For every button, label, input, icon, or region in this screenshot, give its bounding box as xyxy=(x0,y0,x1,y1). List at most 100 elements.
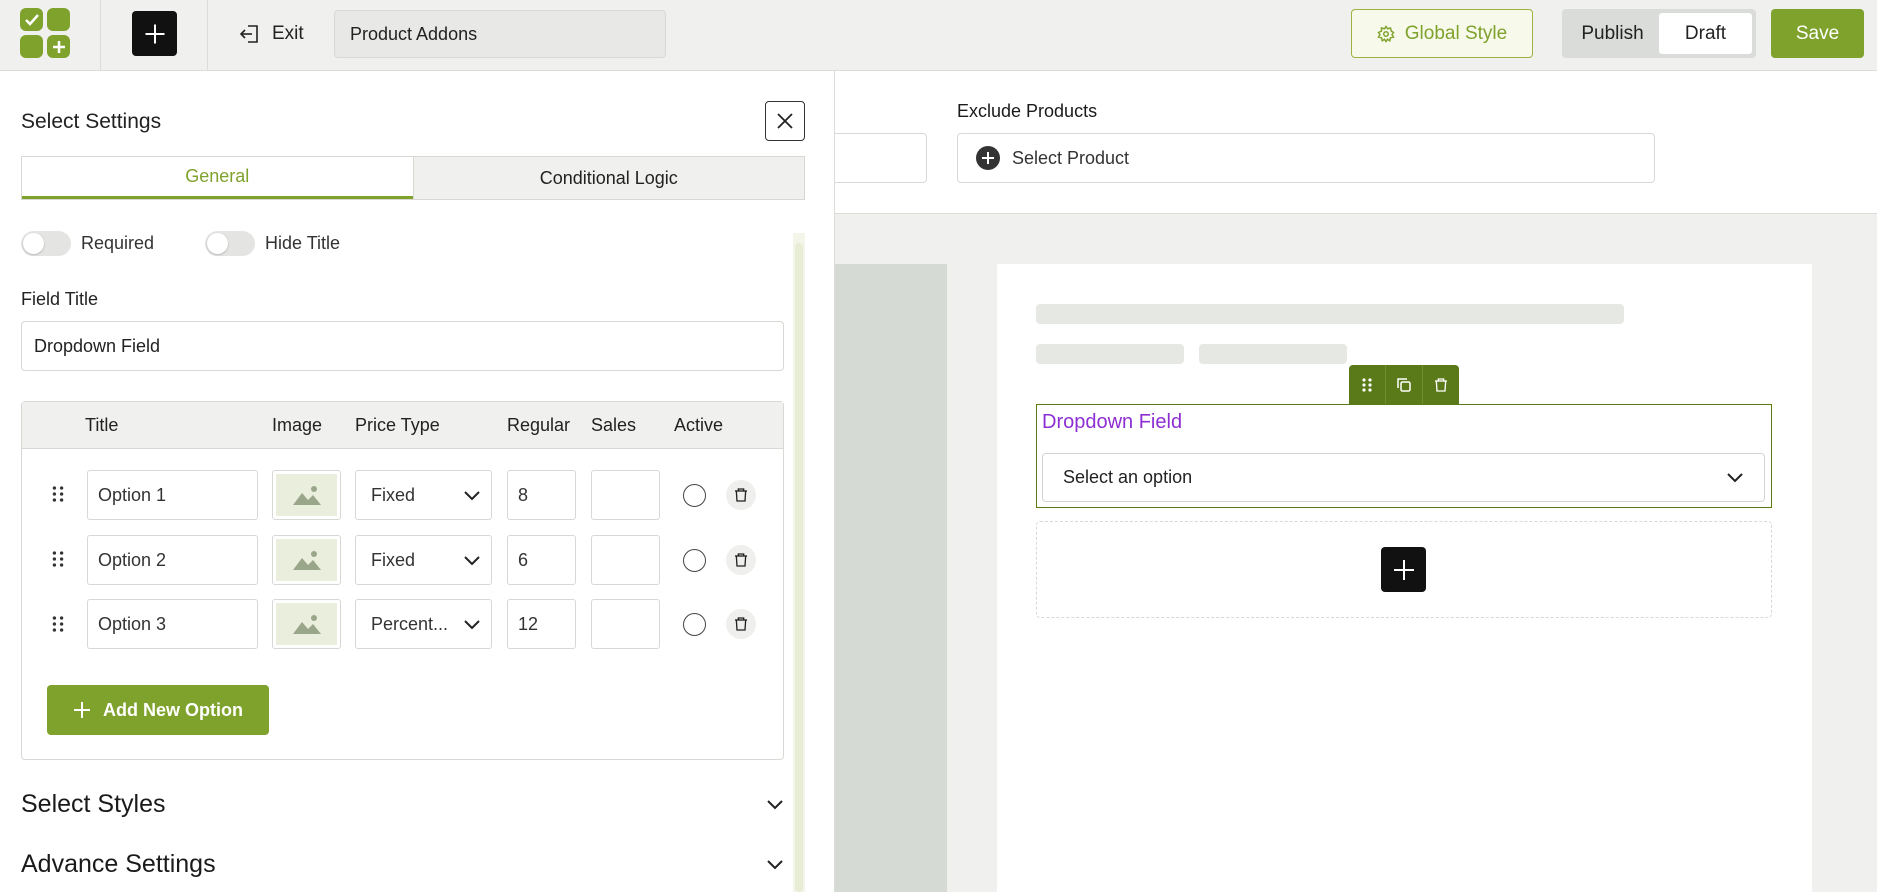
active-radio[interactable] xyxy=(683,549,706,572)
grip-icon xyxy=(52,616,64,632)
chevron-down-icon xyxy=(767,860,783,870)
tab-conditional-logic[interactable]: Conditional Logic xyxy=(412,157,804,199)
row-drag-handle[interactable] xyxy=(52,485,64,503)
publish-option[interactable]: Publish xyxy=(1566,13,1659,54)
canvas-sidebar-column xyxy=(835,264,947,892)
hide-title-toggle[interactable] xyxy=(205,231,255,256)
price-type-select[interactable]: Fixed xyxy=(355,535,492,585)
tab-general[interactable]: General xyxy=(22,157,413,199)
required-toggle[interactable] xyxy=(21,231,71,256)
sales-price-input[interactable] xyxy=(591,470,660,520)
column-sales: Sales xyxy=(591,415,637,435)
regular-price-input[interactable]: 8 xyxy=(507,470,576,520)
global-style-label: Global Style xyxy=(1404,22,1508,44)
drag-handle[interactable] xyxy=(1349,365,1385,405)
option-image-picker[interactable] xyxy=(272,470,341,520)
grip-icon xyxy=(1362,378,1372,392)
gear-icon xyxy=(1377,24,1395,43)
option-title-input[interactable]: Option 1 xyxy=(87,470,258,520)
delete-option-button[interactable] xyxy=(726,480,756,510)
add-block-button[interactable] xyxy=(132,11,177,56)
save-button[interactable]: Save xyxy=(1771,9,1864,58)
advance-settings-heading: Advance Settings xyxy=(21,850,216,878)
trash-icon xyxy=(735,553,747,567)
chevron-down-icon xyxy=(464,490,480,500)
exit-label: Exit xyxy=(272,23,304,44)
exclude-products-label: Exclude Products xyxy=(957,101,1098,121)
exit-icon xyxy=(239,25,258,43)
price-type-select[interactable]: Percent... xyxy=(355,599,492,649)
required-label: Required xyxy=(81,233,155,253)
block-toolbar xyxy=(1349,365,1459,405)
delete-option-button[interactable] xyxy=(726,545,756,575)
image-placeholder-icon xyxy=(292,486,321,505)
panel-title: Select Settings xyxy=(21,110,162,133)
option-image-picker[interactable] xyxy=(272,599,341,649)
panel-scrollbar[interactable] xyxy=(793,233,805,892)
chevron-down-icon xyxy=(464,619,480,629)
select-styles-section[interactable]: Select Styles xyxy=(21,790,784,819)
price-type-select[interactable]: Fixed xyxy=(355,470,492,520)
price-type-value: Fixed xyxy=(371,484,416,505)
option-title-input[interactable]: Option 3 xyxy=(87,599,258,649)
preview-dropdown[interactable]: Select an option xyxy=(1042,453,1765,502)
regular-price-input[interactable]: 12 xyxy=(507,599,576,649)
row-drag-handle[interactable] xyxy=(52,550,64,568)
column-active: Active xyxy=(674,415,724,435)
preview-field-title: Dropdown Field xyxy=(1042,411,1183,433)
active-radio[interactable] xyxy=(683,484,706,507)
select-product-label: Select Product xyxy=(1012,147,1130,168)
skeleton-line xyxy=(1036,304,1624,324)
sales-price-input[interactable] xyxy=(591,535,660,585)
copy-icon xyxy=(1397,378,1411,392)
add-new-option-button[interactable]: Add New Option xyxy=(47,685,269,735)
app-logo[interactable] xyxy=(20,8,72,60)
options-table-header: Title Image Price Type Regular Sales Act… xyxy=(22,402,783,449)
option-title-input[interactable]: Option 2 xyxy=(87,535,258,585)
skeleton-line xyxy=(1199,344,1347,364)
close-icon xyxy=(777,113,793,129)
sales-price-input[interactable] xyxy=(591,599,660,649)
include-products-input[interactable] xyxy=(835,133,927,183)
select-styles-heading: Select Styles xyxy=(21,790,166,818)
exit-button[interactable]: Exit xyxy=(238,20,304,48)
column-title: Title xyxy=(85,415,119,435)
top-toolbar: Exit Global Style Publish Draft Save xyxy=(0,0,1877,71)
select-product-button[interactable]: Select Product xyxy=(957,133,1655,183)
delete-option-button[interactable] xyxy=(726,609,756,639)
close-panel-button[interactable] xyxy=(765,101,805,141)
publish-status-toggle: Publish Draft xyxy=(1562,9,1756,58)
column-regular: Regular xyxy=(507,415,571,435)
chevron-down-icon xyxy=(1727,472,1743,482)
skeleton-line xyxy=(1036,344,1184,364)
price-type-value: Fixed xyxy=(371,549,416,570)
trash-icon xyxy=(1435,378,1447,392)
product-title-input[interactable] xyxy=(334,10,666,58)
option-image-picker[interactable] xyxy=(272,535,341,585)
chevron-down-icon xyxy=(464,555,480,565)
hide-title-label: Hide Title xyxy=(265,233,341,253)
add-field-button[interactable] xyxy=(1381,547,1426,592)
field-title-input[interactable] xyxy=(21,321,784,371)
preview-dropdown-placeholder: Select an option xyxy=(1063,467,1193,487)
plus-icon xyxy=(74,702,90,718)
settings-tabs: General Conditional Logic xyxy=(21,156,805,200)
global-style-button[interactable]: Global Style xyxy=(1351,9,1533,58)
chevron-down-icon xyxy=(767,800,783,810)
duplicate-button[interactable] xyxy=(1385,365,1422,405)
image-placeholder-icon xyxy=(292,551,321,570)
draft-option[interactable]: Draft xyxy=(1659,13,1752,54)
column-price-type: Price Type xyxy=(355,415,440,435)
trash-icon xyxy=(735,488,747,502)
grip-icon xyxy=(52,551,64,567)
trash-icon xyxy=(735,617,747,631)
regular-price-input[interactable]: 6 xyxy=(507,535,576,585)
column-image: Image xyxy=(272,415,323,435)
delete-block-button[interactable] xyxy=(1422,365,1459,405)
active-radio[interactable] xyxy=(683,613,706,636)
image-placeholder-icon xyxy=(292,615,321,634)
grip-icon xyxy=(52,486,64,502)
row-drag-handle[interactable] xyxy=(52,615,64,633)
field-title-label: Field Title xyxy=(21,289,99,309)
advance-settings-section[interactable]: Advance Settings xyxy=(21,850,784,879)
